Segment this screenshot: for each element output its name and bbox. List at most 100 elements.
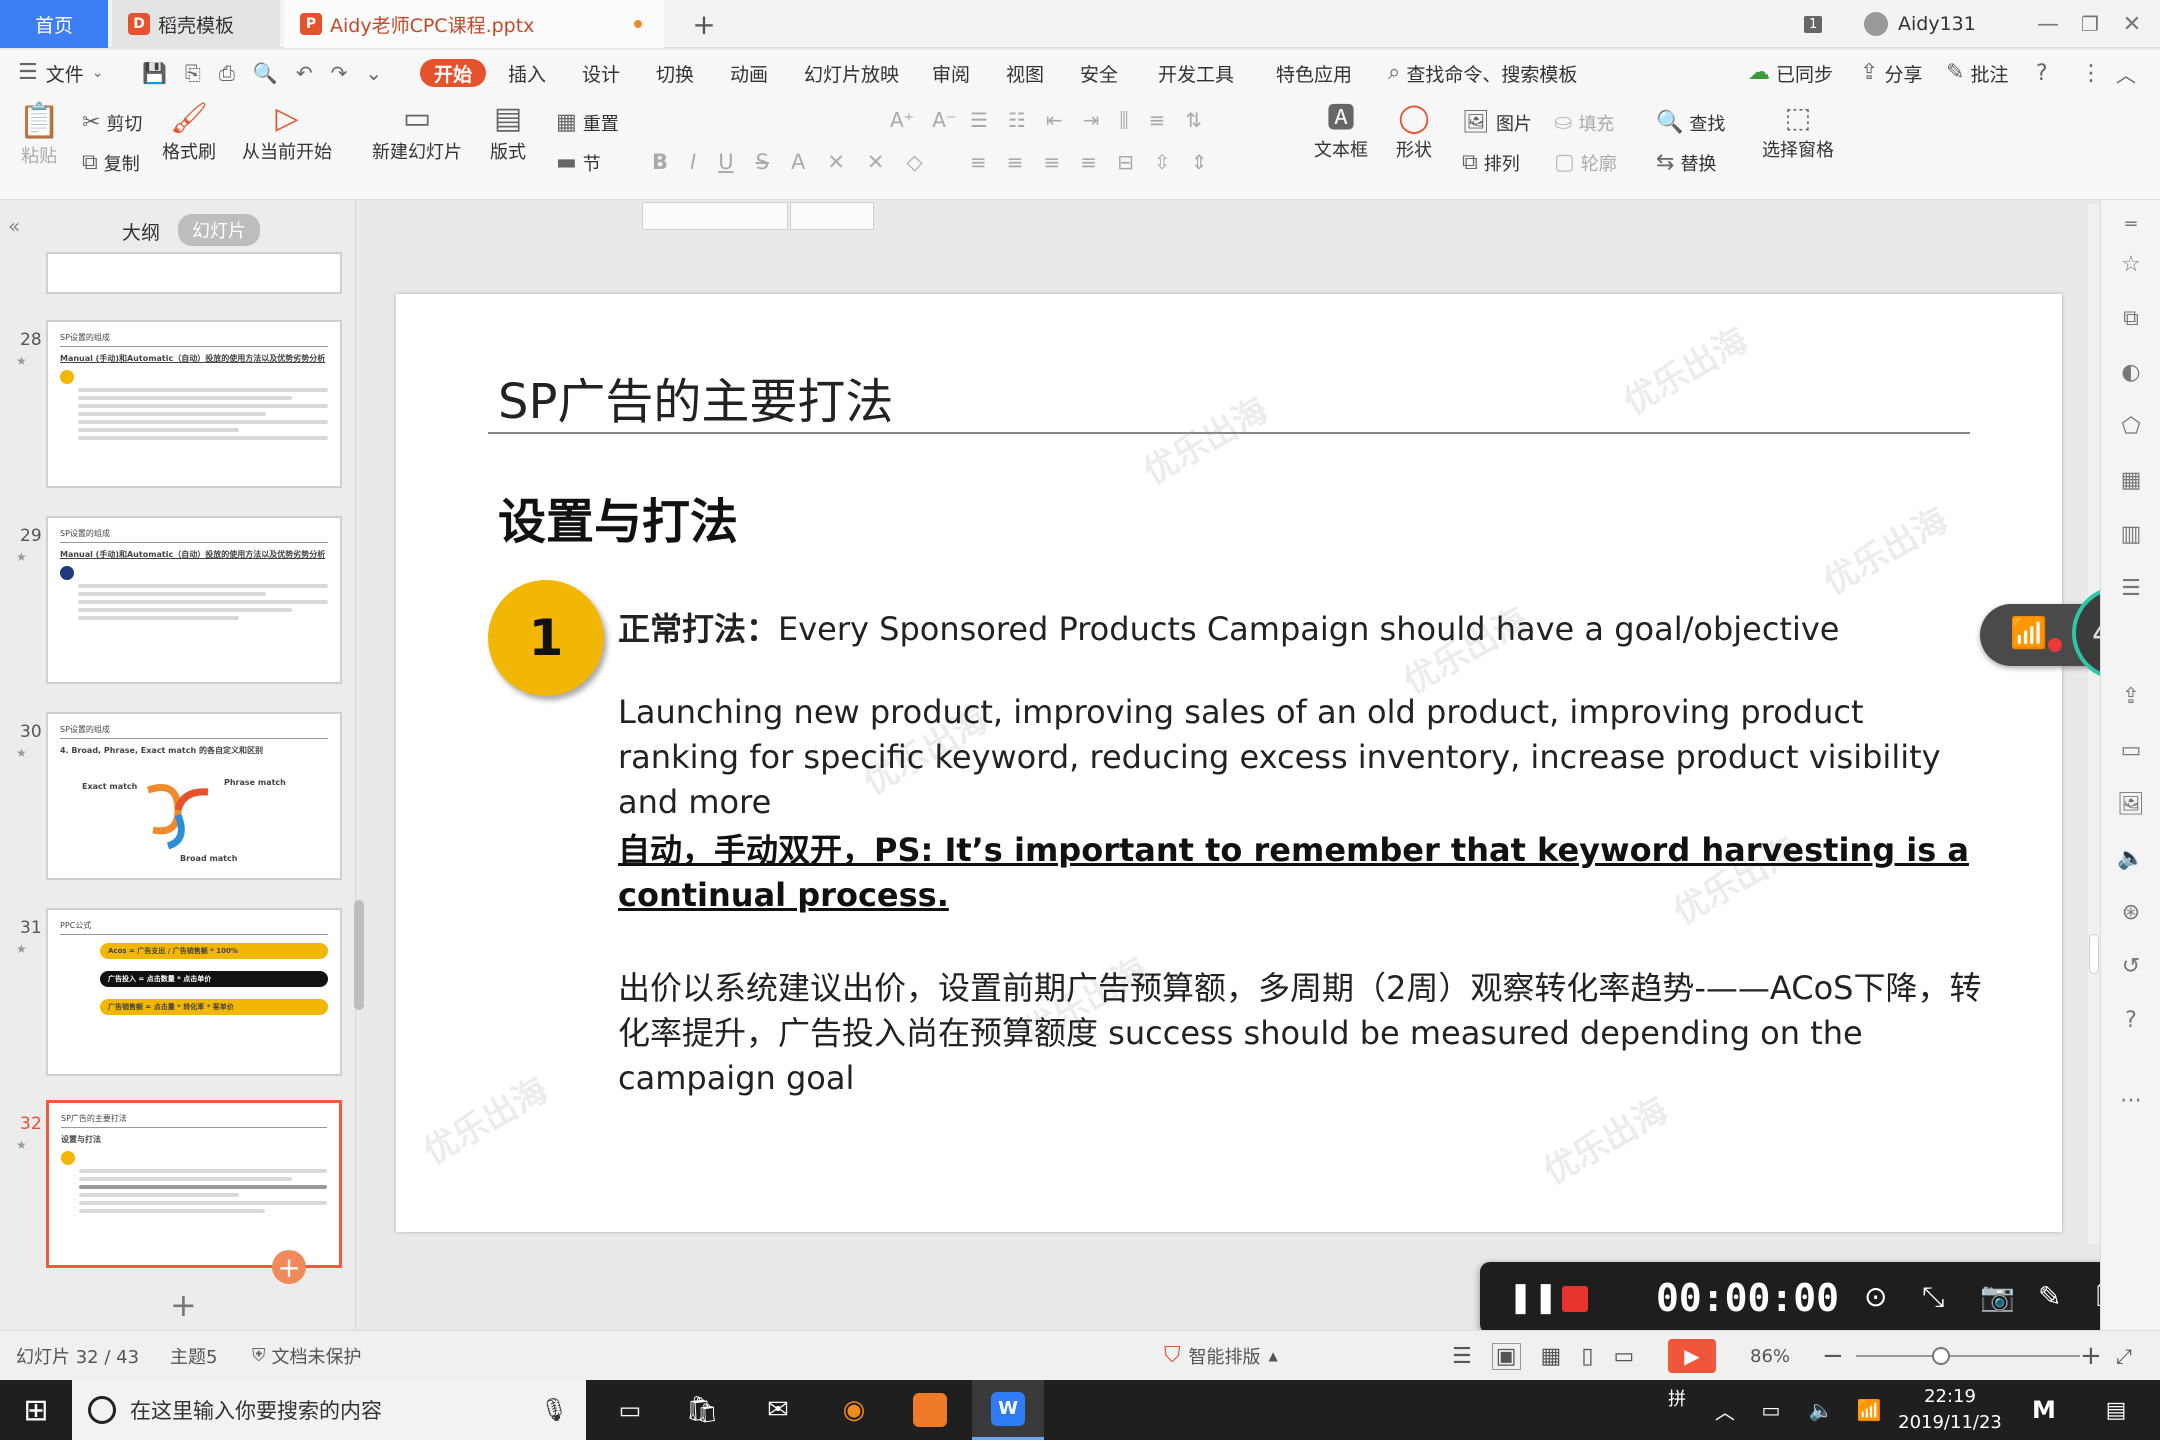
cut-button[interactable]: ✂ 剪切: [82, 110, 142, 136]
tab-document[interactable]: P Aidy老师CPC课程.pptx: [284, 0, 664, 48]
selection-pane-button[interactable]: ⬚ 选择窗格: [1762, 104, 1834, 162]
align-right-icon[interactable]: ≡: [1044, 150, 1061, 174]
zoom-out-icon[interactable]: −: [1822, 1331, 1844, 1381]
picture-button[interactable]: 🖼 图片: [1462, 110, 1532, 136]
slide-thumb-30[interactable]: SP设置的组成 4. Broad, Phrase, Exact match 的各…: [46, 712, 342, 880]
shape-tool-icon[interactable]: ◐: [2117, 358, 2145, 386]
align-left-icon[interactable]: ≡: [970, 150, 987, 174]
notification-icon[interactable]: ▤: [2096, 1380, 2136, 1440]
more-options-icon[interactable]: ⋮: [2080, 50, 2102, 96]
sorter-view-icon[interactable]: ▦: [1541, 1344, 1562, 1369]
speaker-icon[interactable]: 🔈: [2117, 844, 2145, 872]
pause-icon[interactable]: ❚❚: [1508, 1280, 1558, 1315]
text-direction-icon[interactable]: ⇅: [1185, 108, 1202, 132]
settings-sliders-icon[interactable]: ☰: [2117, 574, 2145, 602]
zoom-in-icon[interactable]: +: [2080, 1331, 2102, 1381]
zoom-level[interactable]: 86%: [1750, 1331, 1790, 1381]
outline-tab[interactable]: 大纲: [122, 218, 160, 245]
tray-chevron-icon[interactable]: ︿: [1710, 1380, 1740, 1440]
slide-canvas[interactable]: 优乐出海 优乐出海 优乐出海 优乐出海 优乐出海 优乐出海 优乐出海 优乐出海 …: [396, 294, 2062, 1232]
reset-button[interactable]: ▦ 重置: [556, 110, 619, 136]
pen-icon[interactable]: ✎: [2038, 1280, 2061, 1313]
fit-window-icon[interactable]: ⤢: [2116, 1331, 2132, 1381]
camera-icon[interactable]: 📷: [1980, 1280, 2015, 1313]
file-menu[interactable]: ☰ 文件 ⌄: [18, 50, 103, 96]
restore-button[interactable]: ❐: [2072, 0, 2108, 48]
bullet-list-icon[interactable]: ☰: [970, 108, 988, 132]
section-button[interactable]: ▬ 节: [556, 150, 601, 176]
normal-view-icon[interactable]: ▣: [1491, 1342, 1521, 1370]
menu-animation[interactable]: 动画: [730, 50, 768, 96]
store-icon[interactable]: 🛍: [672, 1380, 732, 1440]
add-slide-plus-icon[interactable]: +: [272, 1250, 306, 1284]
font-family-select[interactable]: [642, 202, 788, 230]
decrease-indent-icon[interactable]: ⇤: [1046, 108, 1063, 132]
app-orange-icon[interactable]: [900, 1380, 960, 1440]
align-center-icon[interactable]: ≡: [1007, 150, 1024, 174]
slide-thumb-27[interactable]: [46, 252, 342, 294]
mail-icon[interactable]: ✉: [748, 1380, 808, 1440]
menu-transition[interactable]: 切换: [656, 50, 694, 96]
slide-thumb-31[interactable]: PPC公式 Acos = 广告支出 / 广告销售额 * 100% 广告投入 = …: [46, 908, 342, 1076]
clear-format-icon[interactable]: ◇: [907, 150, 923, 174]
bold-icon[interactable]: B: [652, 150, 668, 174]
style-tool-icon[interactable]: ⬠: [2117, 412, 2145, 440]
task-view-icon[interactable]: ▭: [600, 1380, 660, 1440]
close-button[interactable]: ✕: [2114, 0, 2150, 48]
network-icon[interactable]: 📶: [1854, 1380, 1884, 1440]
ime-indicator[interactable]: 拼: [1662, 1368, 1692, 1428]
chart-tool-icon[interactable]: ▥: [2117, 520, 2145, 548]
menu-developer[interactable]: 开发工具: [1158, 50, 1234, 96]
superscript-icon[interactable]: ✕: [827, 150, 845, 174]
volume-icon[interactable]: 🔈: [1806, 1380, 1836, 1440]
paragraph-spacing-icon[interactable]: ⇕: [1191, 150, 1208, 174]
new-slide-button[interactable]: ▭ 新建幻灯片: [372, 104, 462, 164]
shape-button[interactable]: ◯ 形状: [1396, 104, 1432, 162]
number-list-icon[interactable]: ☷: [1008, 108, 1026, 132]
font-size-select[interactable]: [790, 202, 874, 230]
grid-tool-icon[interactable]: ▦: [2117, 466, 2145, 494]
firefox-icon[interactable]: ◉: [824, 1380, 884, 1440]
menu-review[interactable]: 审阅: [932, 50, 970, 96]
increase-indent-icon[interactable]: ⇥: [1083, 108, 1100, 132]
more-dots-icon[interactable]: ⋯: [2117, 1086, 2145, 1114]
italic-icon[interactable]: I: [690, 150, 696, 174]
tab-home[interactable]: 首页: [0, 0, 108, 48]
windows-start-icon[interactable]: ⊞: [0, 1380, 72, 1440]
zoom-slider[interactable]: [1856, 1355, 2080, 1357]
window-count[interactable]: 1: [1804, 0, 1823, 48]
taskbar-clock[interactable]: 22:19 2019/11/23: [1890, 1384, 2010, 1436]
menu-design[interactable]: 设计: [582, 50, 620, 96]
archive-tool-icon[interactable]: ▭: [2117, 736, 2145, 764]
sync-button[interactable]: ☁ 已同步: [1748, 50, 1833, 96]
paste-button[interactable]: 📋 粘贴: [18, 104, 60, 168]
distribute-icon[interactable]: ⊟: [1117, 150, 1134, 174]
save-icon[interactable]: 💾: [142, 61, 167, 85]
redo-icon[interactable]: ↷: [331, 61, 348, 85]
print-icon[interactable]: ⎙: [219, 61, 235, 85]
fit-screen-icon[interactable]: ⤡: [1922, 1280, 1944, 1314]
stop-icon[interactable]: [1562, 1286, 1588, 1312]
new-tab-button[interactable]: +: [684, 0, 724, 48]
slide-thumb-28[interactable]: SP设置的组成 Manual (手动)和Automatic（自动）投放的使用方法…: [46, 320, 342, 488]
format-painter-button[interactable]: 🖌 格式刷: [162, 104, 216, 164]
download-icon[interactable]: ⊛: [2117, 898, 2145, 926]
sidebar-menu-icon[interactable]: ═: [2117, 210, 2145, 238]
preview-icon[interactable]: 🔍: [253, 61, 278, 85]
new-slide-plus-button[interactable]: +: [170, 1286, 197, 1324]
notes-view-icon[interactable]: ☰: [1452, 1344, 1472, 1369]
replace-button[interactable]: ⇆ 替换: [1656, 150, 1716, 176]
shrink-font-icon[interactable]: A⁻: [932, 108, 956, 132]
more-icon[interactable]: ⌄: [365, 61, 382, 85]
canvas-scrollbar-track[interactable]: [2088, 204, 2100, 1244]
sync-tool-icon[interactable]: ⧉: [2117, 304, 2145, 332]
zoom-slider-thumb[interactable]: [1932, 1347, 1950, 1365]
taskbar-search-box[interactable]: 在这里输入你要搜索的内容 🎙: [72, 1380, 586, 1440]
image-tool-icon[interactable]: 🖼: [2117, 790, 2145, 818]
underline-icon[interactable]: U: [718, 150, 733, 174]
collapse-ribbon-icon[interactable]: ︿: [2116, 50, 2136, 96]
menu-start[interactable]: 开始: [420, 59, 487, 87]
grow-font-icon[interactable]: A⁺: [890, 108, 914, 132]
tab-docer-templates[interactable]: D 稻壳模板: [112, 0, 280, 48]
layout-button[interactable]: ▤ 版式: [490, 104, 526, 164]
